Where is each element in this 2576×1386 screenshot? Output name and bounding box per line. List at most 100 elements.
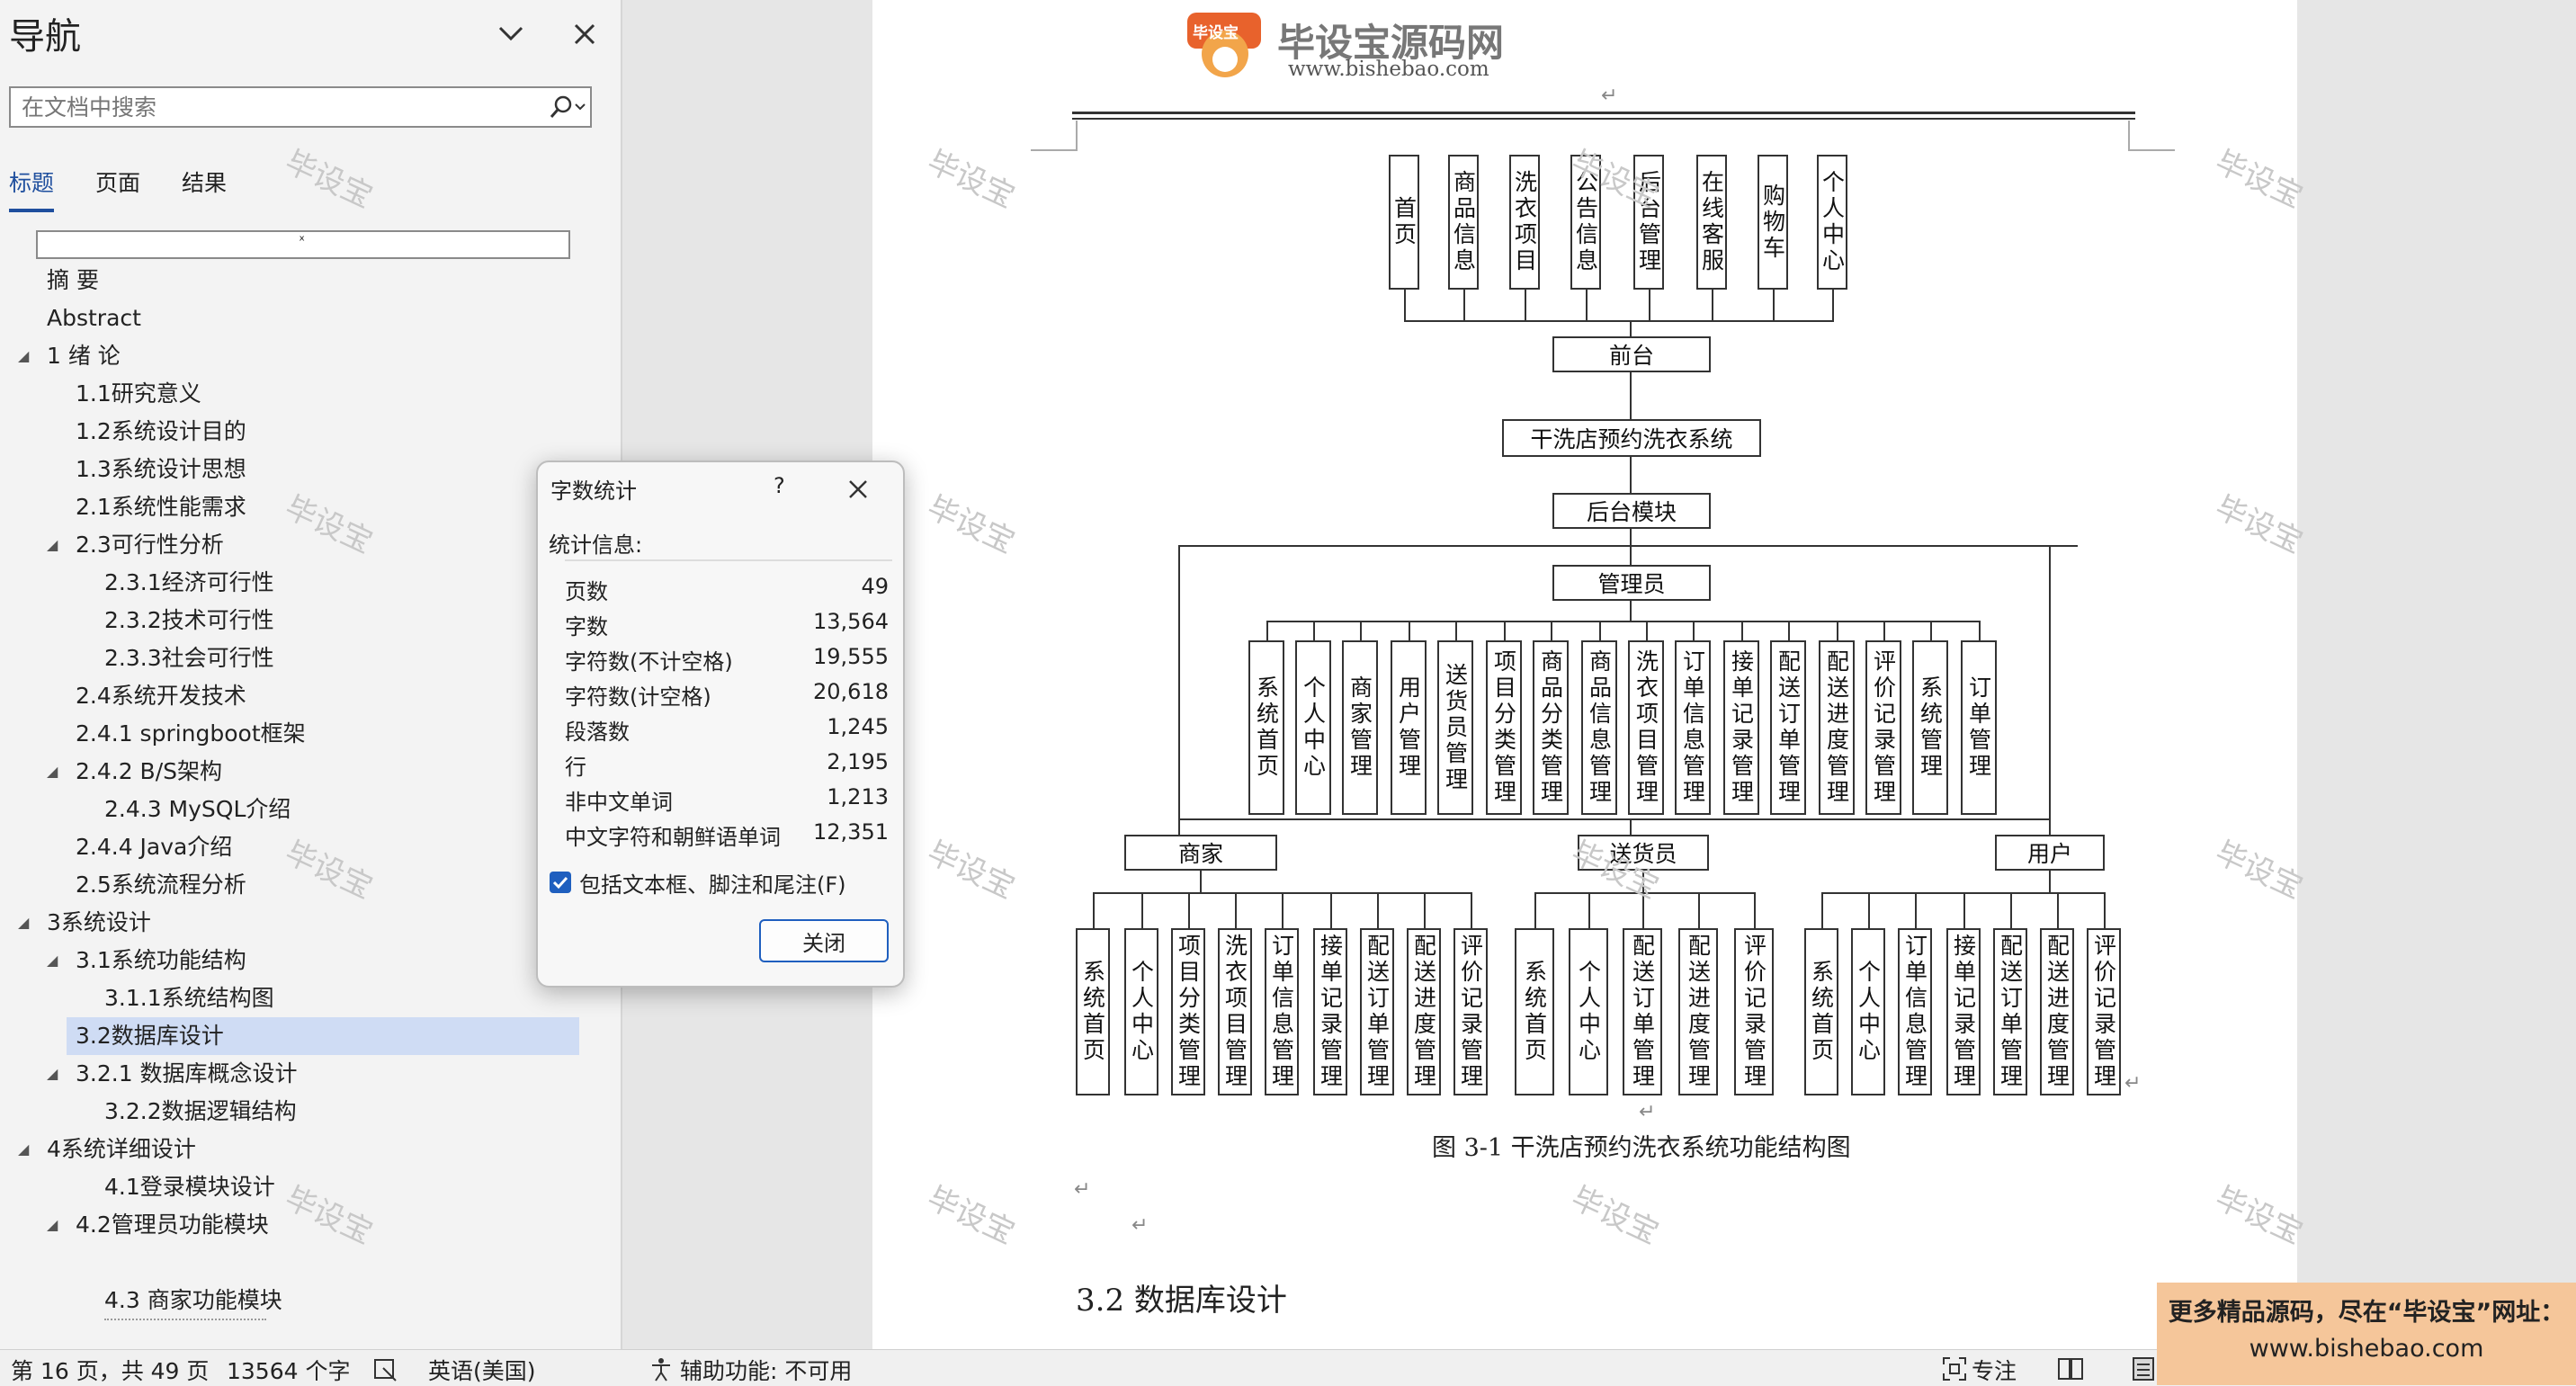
courier-function-box: 个人中心 bbox=[1569, 928, 1608, 1095]
expand-caret-icon[interactable]: ◢ bbox=[18, 1131, 29, 1168]
focus-icon[interactable] bbox=[1941, 1355, 1968, 1382]
tree-item[interactable]: 4.1登录模块设计 bbox=[104, 1168, 275, 1206]
watermark-text: 毕设宝 bbox=[921, 834, 1021, 907]
tree-item[interactable]: 1.2系统设计目的 bbox=[76, 413, 246, 451]
page-count[interactable]: 第 16 页，共 49 页 bbox=[11, 1354, 209, 1386]
stat-value: 12,351 bbox=[813, 819, 889, 845]
admin-function-box: 配送订单管理 bbox=[1770, 640, 1806, 815]
tree-item[interactable]: 1.3系统设计思想 bbox=[76, 451, 246, 488]
connector-line bbox=[1821, 892, 1823, 928]
stat-row: 非中文单词 1,213 bbox=[565, 784, 889, 818]
expand-caret-icon[interactable]: ◢ bbox=[18, 337, 29, 375]
expand-caret-icon[interactable]: ◢ bbox=[47, 942, 58, 979]
tree-item[interactable]: 1.1研究意义 bbox=[76, 375, 201, 413]
section-heading: 3.2 数据库设计 bbox=[1076, 1283, 1287, 1319]
navigation-pane: 导航 标题 页面 结果 ˣ 摘 要 Abstract 1 绪 论 ◢ 1.1研究意义 1.… bbox=[0, 0, 622, 1349]
include-textbox-checkbox[interactable]: 包括文本框、脚注和尾注(F) bbox=[549, 865, 890, 898]
tree-item[interactable]: 2.4.2 B/S架构 bbox=[76, 753, 222, 791]
tree-item[interactable]: 3.2.2数据逻辑结构 bbox=[104, 1093, 297, 1131]
watermark-text: 毕设宝 bbox=[279, 143, 379, 216]
connector-line bbox=[1463, 290, 1465, 322]
tree-item[interactable]: 4系统详细设计 bbox=[47, 1131, 196, 1168]
tab-pages[interactable]: 页面 bbox=[95, 165, 140, 198]
accessibility-status[interactable]: 辅助功能: 不可用 bbox=[680, 1354, 852, 1386]
tree-item[interactable]: 2.1系统性能需求 bbox=[76, 488, 246, 526]
connector-line bbox=[2010, 892, 2012, 928]
help-button[interactable]: ? bbox=[774, 473, 785, 498]
search-icon[interactable] bbox=[547, 94, 588, 121]
tree-item[interactable]: 3.1.1系统结构图 bbox=[104, 979, 274, 1017]
close-icon[interactable] bbox=[842, 473, 874, 505]
tree-item[interactable]: 1 绪 论 bbox=[47, 337, 121, 375]
tree-item[interactable]: 2.4.3 MySQL介绍 bbox=[104, 791, 291, 828]
connector-line bbox=[1883, 621, 1885, 640]
paragraph-mark: ↵ bbox=[1074, 1178, 1091, 1201]
close-icon[interactable] bbox=[563, 13, 606, 56]
empty-heading-marker: ˣ bbox=[299, 232, 306, 249]
watermark-text: 毕设宝 bbox=[279, 488, 379, 561]
user-function-box: 配送订单管理 bbox=[1993, 928, 2027, 1095]
print-layout-icon[interactable] bbox=[2130, 1355, 2157, 1382]
admin-function-box: 商品分类管理 bbox=[1533, 640, 1569, 815]
expand-caret-icon[interactable]: ◢ bbox=[47, 1206, 58, 1244]
tree-item[interactable]: 2.5系统流程分析 bbox=[76, 866, 246, 904]
checkbox-checked-icon[interactable] bbox=[549, 871, 572, 894]
tree-item[interactable]: 2.4系统开发技术 bbox=[76, 677, 246, 715]
connector-line bbox=[1832, 290, 1834, 322]
promo-banner[interactable]: 更多精品源码，尽在“毕设宝”网址： www.bishebao.com bbox=[2157, 1283, 2576, 1385]
connector-line bbox=[1282, 892, 1284, 928]
search-input[interactable] bbox=[11, 88, 554, 126]
empty-heading-item[interactable]: ˣ bbox=[36, 230, 570, 259]
stat-label: 行 bbox=[565, 755, 586, 780]
proofing-icon[interactable] bbox=[372, 1357, 399, 1382]
user-function-box: 订单信息管理 bbox=[1898, 928, 1932, 1095]
focus-mode-label[interactable]: 专注 bbox=[1972, 1354, 2017, 1386]
connector-line bbox=[1266, 621, 1268, 640]
tree-item[interactable]: 摘 要 bbox=[47, 262, 99, 300]
tree-item-selected[interactable]: 3.2数据库设计 bbox=[67, 1017, 579, 1055]
connector-line bbox=[1698, 892, 1700, 928]
expand-caret-icon[interactable]: ◢ bbox=[47, 753, 58, 791]
tree-item-label: 2.4.4 Java介绍 bbox=[76, 834, 233, 860]
tree-item[interactable]: 2.4.1 springboot框架 bbox=[76, 715, 306, 753]
tree-item[interactable]: 2.3可行性分析 bbox=[76, 526, 224, 564]
watermark-text: 毕设宝 bbox=[1565, 1179, 1665, 1252]
tree-item-label: 4系统详细设计 bbox=[47, 1136, 196, 1162]
header-para-mark: ↵ bbox=[1601, 85, 1618, 107]
expand-caret-icon[interactable]: ◢ bbox=[18, 904, 29, 942]
close-button[interactable]: 关闭 bbox=[759, 919, 889, 962]
connector-line bbox=[1200, 871, 1202, 892]
frontend-item-box: 购物车 bbox=[1758, 155, 1788, 290]
tree-item[interactable]: 4.2管理员功能模块 bbox=[76, 1206, 269, 1244]
connector-line bbox=[1377, 892, 1379, 928]
language-indicator[interactable]: 英语(美国) bbox=[428, 1354, 536, 1386]
connector-line bbox=[1630, 818, 1632, 835]
tree-item-label: 3系统设计 bbox=[47, 909, 151, 935]
read-mode-icon[interactable] bbox=[2056, 1355, 2085, 1382]
tab-results[interactable]: 结果 bbox=[182, 165, 227, 198]
stat-row: 字符数(不计空格) 19,555 bbox=[565, 644, 889, 678]
connector-line bbox=[1773, 290, 1775, 322]
stat-label: 字数 bbox=[565, 614, 608, 639]
nav-search-box[interactable] bbox=[9, 86, 592, 128]
watermark-text: 毕设宝 bbox=[2209, 488, 2309, 561]
tree-item[interactable]: 3.1系统功能结构 bbox=[76, 942, 246, 979]
tab-headings[interactable]: 标题 bbox=[9, 165, 54, 198]
tree-item[interactable]: 2.3.2技术可行性 bbox=[104, 602, 274, 639]
tree-item[interactable]: 3系统设计 bbox=[47, 904, 151, 942]
merchant-function-box: 配送订单管理 bbox=[1360, 928, 1394, 1095]
connector-line bbox=[1630, 529, 1632, 545]
expand-caret-icon[interactable]: ◢ bbox=[47, 1055, 58, 1093]
tree-item[interactable]: 4.3 商家功能模块 bbox=[104, 1282, 282, 1319]
word-count[interactable]: 13564 个字 bbox=[227, 1354, 350, 1386]
tree-item[interactable]: 2.4.4 Java介绍 bbox=[76, 828, 232, 866]
tree-item[interactable]: 2.3.3社会可行性 bbox=[104, 639, 274, 677]
connector-line bbox=[1551, 621, 1552, 640]
tree-item[interactable]: 3.2.1 数据库概念设计 bbox=[76, 1055, 298, 1093]
tree-item[interactable]: 2.3.1经济可行性 bbox=[104, 564, 274, 602]
connector-line bbox=[1504, 621, 1506, 640]
chevron-down-icon[interactable] bbox=[489, 13, 532, 56]
tree-item[interactable]: Abstract bbox=[47, 300, 141, 337]
connector-line bbox=[1630, 372, 1632, 419]
expand-caret-icon[interactable]: ◢ bbox=[47, 526, 58, 564]
